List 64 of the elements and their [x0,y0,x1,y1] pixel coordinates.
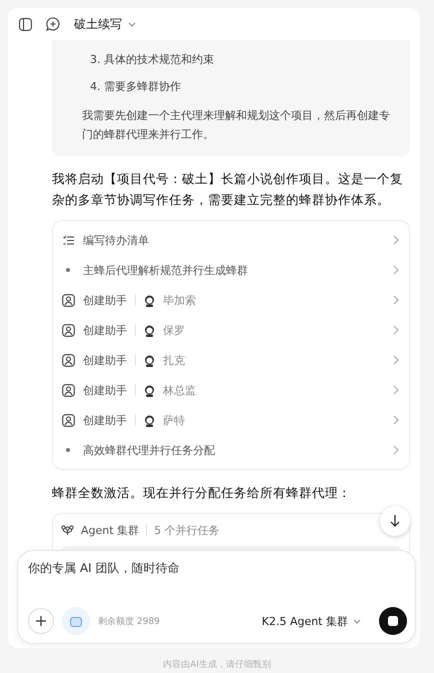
helper-name: 扎克 [163,352,185,368]
list-item: 4. 需要多蜂群协作 [89,79,182,94]
avatar-icon [144,414,155,426]
helper-name: 毕加索 [163,292,196,308]
assistant-message: 我将启动【项目代号：破土】长篇小说创作项目。这是一个复杂的多章节协调写作任务，需要建立完整的蜂群协作体系。 [52,170,404,209]
assistant-message: 蜂群全数激活。现在并行分配任务给所有蜂群代理： [52,484,352,502]
chevron-right-icon [393,415,399,425]
step-label: 创建助手 [83,322,127,338]
step-label: 创建助手 [83,412,127,428]
step-row[interactable]: 主蜂后代理解析规范并行生成蜂群 [61,255,399,285]
step-row[interactable]: 编写待办清单 [61,225,399,255]
checklist-icon [62,234,74,246]
step-label: 创建助手 [83,352,127,368]
task-count: 5 个并行任务 [154,522,220,538]
helper-name: 保罗 [163,322,185,338]
chevron-right-icon [393,445,399,455]
chevron-right-icon [393,385,399,395]
step-row[interactable]: 创建助手 林总监 [61,375,399,405]
avatar-icon [144,324,155,336]
person-icon [62,354,74,366]
chevron-right-icon [393,265,399,275]
chevron-right-icon [393,325,399,335]
step-row[interactable]: 创建助手 保罗 [61,315,399,345]
step-label: 创建助手 [83,292,127,308]
helper-name: 林总监 [163,382,196,398]
chevron-right-icon [393,295,399,305]
quota-label: 剩余额度 2989 [98,616,160,628]
model-selector[interactable]: K2.5 Agent 集群 [262,614,361,628]
chat-title[interactable]: 破土续写 [74,16,122,32]
plus-icon [36,616,46,626]
helper-name: 萨特 [163,412,185,428]
chevron-down-icon [353,618,361,624]
sidebar-toggle-icon[interactable] [19,18,32,30]
stop-icon [388,616,398,626]
step-label: 主蜂后代理解析规范并行生成蜂群 [83,262,248,278]
cluster-icon [61,524,74,536]
cluster-title: Agent 集群 [81,522,140,538]
step-label: 高效蜂群代理并行任务分配 [83,442,215,458]
chevron-right-icon [393,235,399,245]
step-row[interactable]: 创建助手 毕加索 [61,285,399,315]
thinking-text: 我需要先创建一个主代理来理解和规划这个项目，然后再创建专门的蜂群代理来并行工作。 [82,108,391,143]
person-icon [62,384,74,396]
step-label: 创建助手 [83,382,127,398]
list-item: 3. 具体的技术规范和约束 [89,52,215,67]
arrow-down-icon [390,515,400,527]
person-icon [62,294,74,306]
new-chat-icon[interactable] [46,17,60,31]
stop-button[interactable] [379,607,407,635]
avatar-icon [144,354,155,366]
bullet-icon [66,268,70,272]
scroll-down-button[interactable] [380,506,410,536]
step-label: 编写待办清单 [83,232,149,248]
step-row[interactable]: 创建助手 扎克 [61,345,399,375]
chevron-down-icon[interactable] [128,22,136,26]
add-button[interactable] [28,608,54,634]
person-icon [62,324,74,336]
person-icon [62,414,74,426]
avatar-icon [144,294,155,306]
chevron-right-icon [393,355,399,365]
bullet-icon [66,448,70,452]
disclaimer: 内容由AI生成，请仔细甄别 [162,658,272,671]
step-row[interactable]: 高效蜂群代理并行任务分配 [61,435,399,465]
avatar-icon [144,384,155,396]
step-row[interactable]: 创建助手 萨特 [61,405,399,435]
